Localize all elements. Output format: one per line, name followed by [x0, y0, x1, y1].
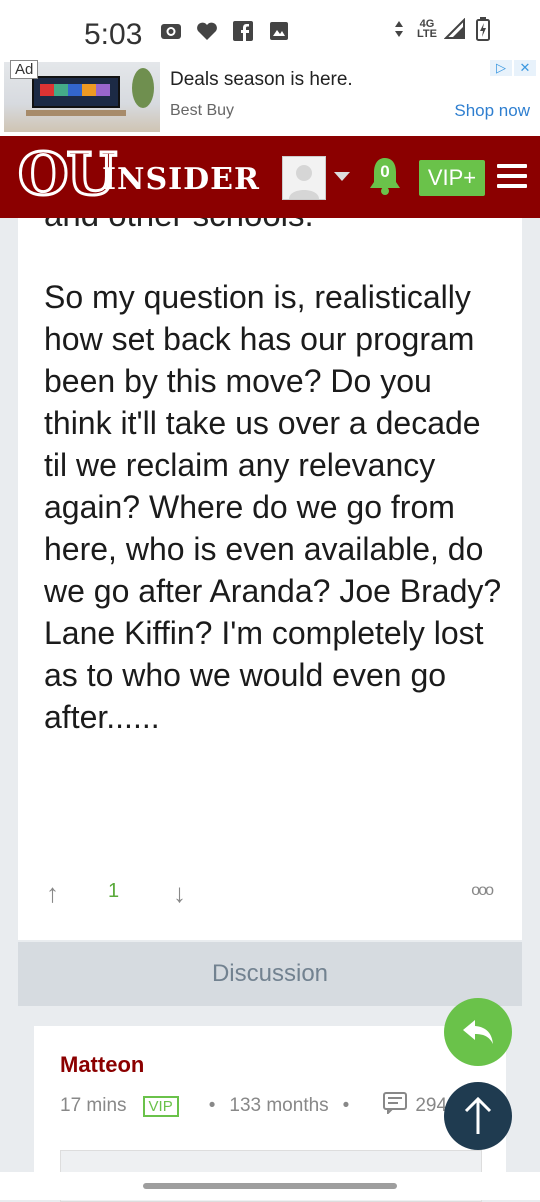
home-gesture-handle[interactable] — [143, 1183, 397, 1189]
post-body: So my question is, realistically how set… — [44, 279, 502, 735]
status-system-icons: 4G LTE — [388, 17, 494, 41]
ad-title[interactable]: Deals season is here. — [170, 69, 353, 91]
signal-icon — [444, 18, 466, 40]
facebook-icon — [232, 20, 254, 42]
chevron-down-icon[interactable] — [334, 172, 350, 181]
post-card: and other schools. So my question is, re… — [18, 218, 522, 940]
ad-choices-icon[interactable]: ▷ — [490, 60, 512, 76]
ad-shop-now-link[interactable]: Shop now — [454, 101, 530, 121]
notification-count: 0 — [380, 162, 390, 181]
reply-icon — [463, 1020, 493, 1044]
upvote-arrow-icon[interactable]: ↑ — [46, 878, 59, 909]
data-arrows-icon — [388, 18, 410, 40]
vote-count: 1 — [108, 880, 120, 902]
status-bar: 5:03 4G LTE — [0, 0, 540, 60]
comment-card: Matteon 17 mins VIP • 133 months • 294 — [34, 1026, 506, 1202]
system-nav-bar — [0, 1172, 540, 1200]
downvote-arrow-icon[interactable]: ↓ — [173, 878, 186, 909]
post-previous-line: and other schools. — [44, 218, 314, 234]
comment-post-count: 294 — [415, 1095, 448, 1116]
meta-separator: • — [342, 1095, 350, 1116]
image-icon — [268, 20, 290, 42]
meta-separator: • — [208, 1095, 216, 1116]
ad-banner[interactable]: Ad Deals season is here. Best Buy Shop n… — [0, 60, 540, 136]
logo-inside: INSIDER — [102, 162, 260, 197]
discussion-header: Discussion — [18, 942, 522, 1006]
network-type: 4G LTE — [417, 18, 437, 40]
ad-choices[interactable]: ▷ ✕ — [490, 60, 536, 76]
ad-advertiser: Best Buy — [170, 102, 235, 119]
comment-count-icon — [383, 1092, 408, 1120]
comment-meta: 17 mins VIP • 133 months • 294 — [60, 1092, 447, 1120]
comment-author[interactable]: Matteon — [60, 1052, 144, 1078]
ad-label: Ad — [10, 60, 39, 79]
heart-icon — [196, 20, 218, 42]
status-notification-icons — [160, 20, 290, 42]
comment-tenure: 133 months — [229, 1095, 329, 1116]
reply-button[interactable] — [444, 998, 512, 1066]
comment-time: 17 mins — [60, 1095, 127, 1116]
hamburger-menu-icon[interactable] — [497, 164, 527, 188]
vip-plus-button[interactable]: VIP+ — [419, 160, 485, 196]
scroll-to-top-button[interactable] — [444, 1082, 512, 1150]
status-time: 5:03 — [84, 18, 143, 51]
site-logo[interactable]: OU INSIDER — [18, 142, 268, 204]
camera-icon — [160, 20, 182, 42]
battery-charging-icon — [472, 17, 494, 41]
user-avatar[interactable] — [282, 156, 326, 200]
vip-badge: VIP — [142, 1095, 179, 1117]
ad-close-icon[interactable]: ✕ — [514, 60, 536, 76]
more-options-icon[interactable]: ooo — [471, 882, 494, 900]
arrow-up-icon — [464, 1096, 492, 1134]
site-header: OU INSIDER 0 VIP+ — [0, 136, 540, 218]
notifications-bell-icon[interactable]: 0 — [368, 156, 402, 196]
logo-ou: OU — [18, 142, 119, 204]
